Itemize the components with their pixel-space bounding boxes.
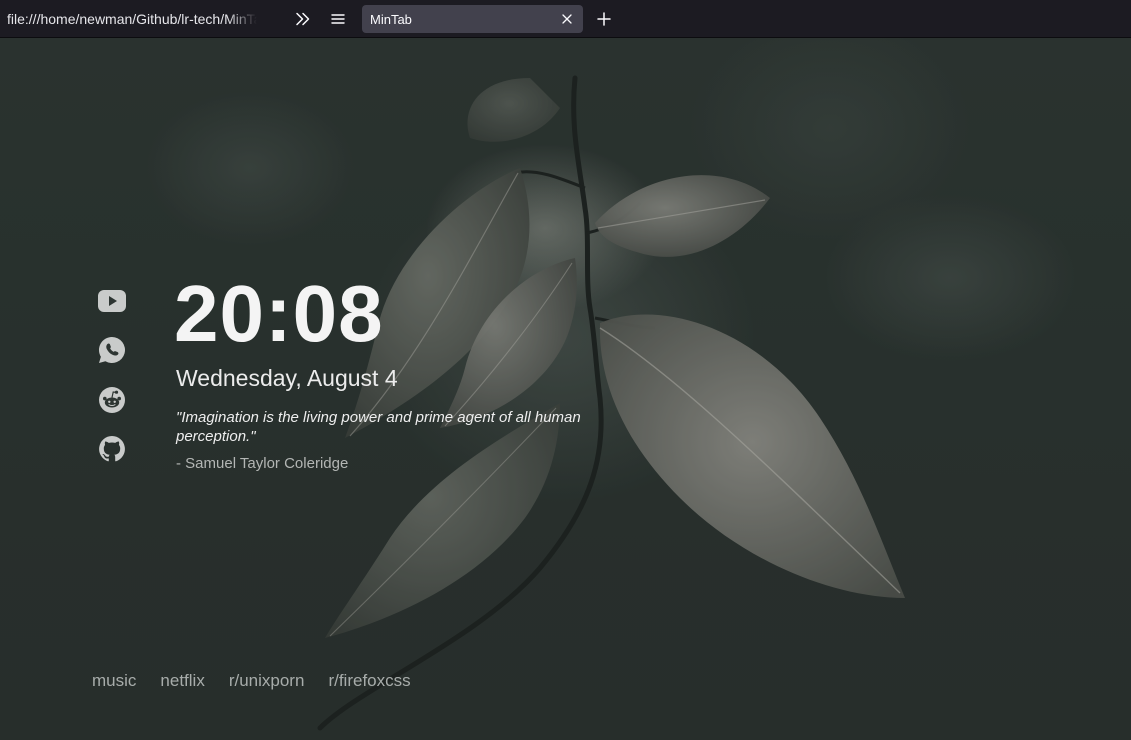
plus-icon bbox=[597, 12, 611, 26]
github-icon bbox=[99, 436, 125, 462]
tab-mintab[interactable]: MinTab bbox=[362, 5, 583, 33]
reddit-icon bbox=[99, 387, 125, 413]
whatsapp-link[interactable] bbox=[98, 336, 126, 364]
leaf-background-image bbox=[0, 38, 1131, 740]
new-tab-button[interactable] bbox=[594, 9, 614, 29]
tab-close-button[interactable] bbox=[561, 13, 573, 25]
link-music[interactable]: music bbox=[92, 671, 136, 691]
hamburger-icon bbox=[331, 14, 345, 24]
menu-button[interactable] bbox=[328, 9, 348, 29]
url-bar[interactable]: file:///home/newman/Github/lr-tech/MinTa… bbox=[7, 11, 257, 27]
overflow-chevron-button[interactable] bbox=[293, 9, 313, 29]
link-netflix[interactable]: netflix bbox=[160, 671, 204, 691]
link-firefoxcss[interactable]: r/firefoxcss bbox=[328, 671, 410, 691]
youtube-icon bbox=[98, 290, 126, 312]
whatsapp-icon bbox=[98, 336, 125, 363]
quote-text: "Imagination is the living power and pri… bbox=[176, 409, 581, 445]
close-icon bbox=[562, 14, 572, 24]
tab-title: MinTab bbox=[370, 12, 412, 27]
double-chevron-right-icon bbox=[296, 12, 310, 26]
quote-author: - Samuel Taylor Coleridge bbox=[176, 455, 349, 472]
reddit-link[interactable] bbox=[98, 386, 126, 414]
browser-toolbar: file:///home/newman/Github/lr-tech/MinTa… bbox=[0, 0, 1131, 38]
date: Wednesday, August 4 bbox=[176, 365, 398, 391]
link-unixporn[interactable]: r/unixporn bbox=[229, 671, 305, 691]
bookmark-links: music netflix r/unixporn r/firefoxcss bbox=[92, 671, 411, 691]
new-tab-page: 20:08 Wednesday, August 4 "Imagination i… bbox=[0, 38, 1131, 740]
clock: 20:08 bbox=[174, 269, 384, 358]
github-link[interactable] bbox=[98, 435, 126, 463]
youtube-link[interactable] bbox=[98, 287, 126, 315]
